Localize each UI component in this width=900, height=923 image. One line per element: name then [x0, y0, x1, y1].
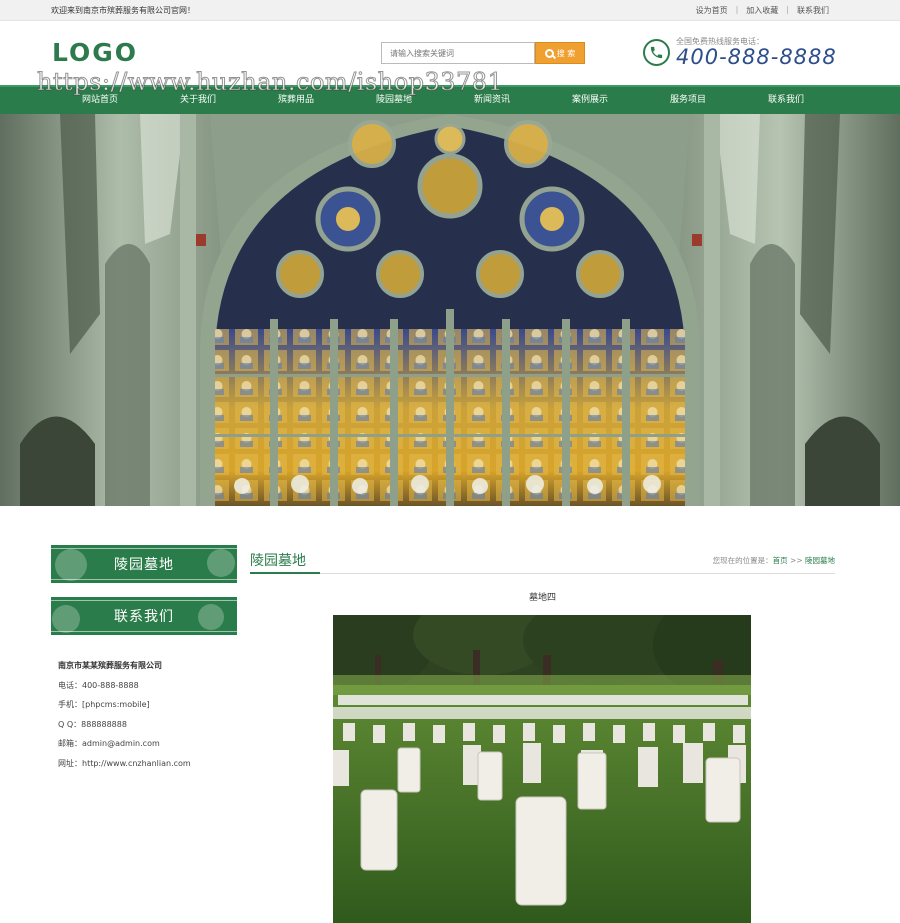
breadcrumb-home-link[interactable]: 首页 — [773, 556, 788, 565]
link-separator: | — [735, 5, 739, 14]
contact-mobile: 手机：[phpcms:mobile] — [58, 700, 150, 709]
top-bar: 欢迎来到南京市殡葬服务有限公司官网！ 设为首页 | 加入收藏 | 联系我们 — [0, 0, 900, 21]
breadcrumb: 您现在的位置是：首页 >> 陵园墓地 — [713, 555, 835, 566]
breadcrumb-separator: >> — [787, 556, 805, 565]
sidebar-category-header[interactable]: 陵园墓地 — [51, 545, 237, 583]
nav-item-home[interactable]: 网站首页 — [51, 87, 149, 114]
cathedral-banner-image — [0, 114, 900, 506]
breadcrumb-prefix: 您现在的位置是： — [712, 556, 773, 565]
breadcrumb-current-link[interactable]: 陵园墓地 — [805, 556, 835, 565]
link-separator: | — [786, 5, 789, 14]
article-photo — [333, 615, 751, 923]
contact-us-link[interactable]: 联系我们 — [797, 5, 829, 16]
set-homepage-link[interactable]: 设为首页 — [696, 5, 728, 16]
contact-info: 南京市某某殡葬服务有限公司 电话：400-888-8888 手机：[phpcms… — [58, 656, 191, 773]
nav-item-news[interactable]: 新闻资讯 — [443, 87, 541, 114]
search-icon — [544, 48, 554, 58]
add-favorite-link[interactable]: 加入收藏 — [746, 5, 778, 16]
main-nav: 网站首页 关于我们 殡葬用品 陵园墓地 新闻资讯 案例展示 服务项目 联系我们 — [0, 85, 900, 114]
nav-item-contact[interactable]: 联系我们 — [737, 87, 835, 114]
search-input[interactable] — [381, 42, 535, 64]
search-button-label: 搜 索 — [556, 48, 576, 58]
nav-item-funeral-supplies[interactable]: 殡葬用品 — [247, 87, 345, 114]
contact-email: 邮箱：admin@admin.com — [58, 739, 160, 748]
nav-item-cemetery[interactable]: 陵园墓地 — [345, 87, 443, 114]
welcome-text: 欢迎来到南京市殡葬服务有限公司官网！ — [51, 6, 195, 15]
nav-item-about[interactable]: 关于我们 — [149, 87, 247, 114]
phone-icon — [643, 39, 670, 66]
hero-banner — [0, 114, 900, 506]
title-divider — [250, 572, 835, 574]
search-button[interactable]: 搜 索 — [535, 42, 585, 64]
contact-website: 网址：http://www.cnzhanlian.com — [58, 758, 191, 768]
page-title: 陵园墓地 — [250, 553, 306, 569]
site-header: LOGO 搜 索 全国免费热线服务电话： 400-888-8888 — [0, 21, 900, 85]
hotline-number: 400-888-8888 — [676, 45, 837, 69]
article-title: 墓地四 — [528, 593, 556, 603]
sidebar-contact-header[interactable]: 联系我们 — [51, 597, 237, 635]
cemetery-photo — [333, 615, 751, 923]
top-links: 设为首页 | 加入收藏 | 联系我们 — [696, 5, 829, 16]
nav-item-services[interactable]: 服务项目 — [639, 87, 737, 114]
site-logo[interactable]: LOGO — [52, 38, 138, 67]
search-bar: 搜 索 — [381, 42, 585, 64]
contact-phone: 电话：400-888-8888 — [58, 680, 139, 690]
sidebar-category-title: 陵园墓地 — [114, 557, 174, 573]
sidebar-contact-title: 联系我们 — [114, 609, 174, 625]
contact-qq: Q Q：888888888 — [58, 719, 127, 729]
nav-item-cases[interactable]: 案例展示 — [541, 87, 639, 114]
contact-company: 南京市某某殡葬服务有限公司 — [58, 661, 162, 670]
